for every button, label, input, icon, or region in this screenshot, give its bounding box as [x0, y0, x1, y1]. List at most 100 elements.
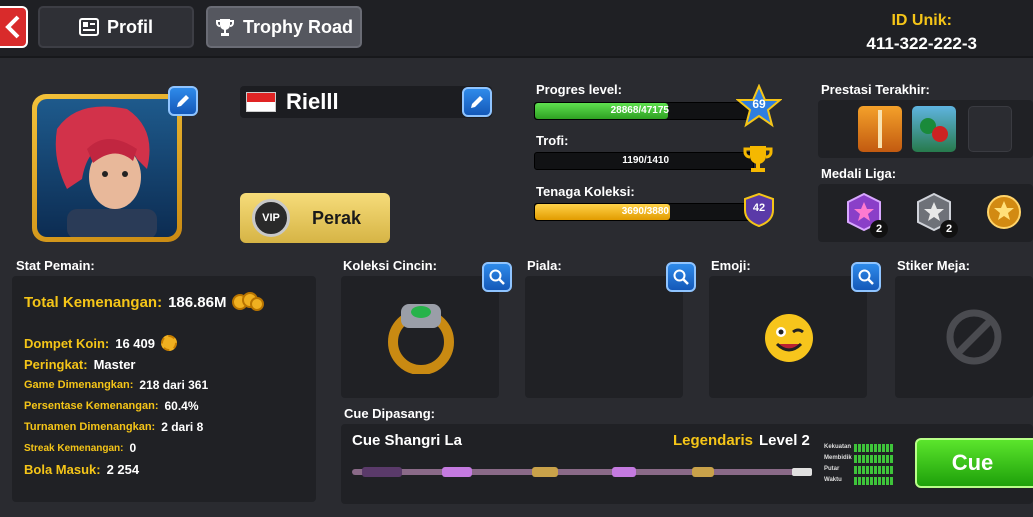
ring-collection-title: Koleksi Cincin: [343, 258, 437, 273]
wallet-value: 16 409 [115, 335, 155, 351]
vip-button[interactable]: VIP Perak [240, 193, 390, 243]
level-progress-text: 28868/47175 [610, 105, 669, 116]
gold-medal-icon[interactable] [984, 192, 1024, 232]
collection-power-label: Tenaga Koleksi: [536, 184, 635, 199]
cue-stat-power-bars [854, 444, 893, 452]
trophy-label: Trofi: [536, 133, 569, 148]
trophy-progress-bar: 1190/1410 [534, 152, 754, 170]
league-medals-label: Medali Liga: [821, 166, 897, 181]
recent-achievements-label: Prestasi Terakhir: [821, 82, 930, 97]
rank-value: Master [93, 357, 136, 372]
tab-profil[interactable]: Profil [38, 6, 194, 48]
emoji-box[interactable] [709, 276, 867, 398]
win-streak-row: Streak Kemenangan: 0 [24, 441, 136, 455]
win-streak-label: Streak Kemenangan: [24, 442, 124, 454]
games-won-label: Game Dimenangkan: [24, 379, 134, 391]
tab-profil-label: Profil [106, 16, 153, 37]
total-wins-row: Total Kemenangan: 186.86M [24, 292, 265, 312]
back-button[interactable] [0, 6, 28, 48]
player-name: Rielll [286, 89, 339, 114]
cue-stat-time-label: Waktu [824, 477, 842, 483]
emoji-search-button[interactable] [851, 262, 881, 292]
tournaments-won-row: Turnamen Dimenangkan: 2 dari 8 [24, 420, 203, 434]
level-progress-bar: 28868/47175 [534, 102, 754, 120]
balls-potted-row: Bola Masuk: 2 254 [24, 462, 139, 477]
cue-rarity: Legendaris [673, 432, 754, 449]
level-star-badge: 69 [735, 83, 783, 128]
indonesia-flag-icon [246, 92, 276, 112]
wallet-label: Dompet Koin: [24, 335, 110, 351]
collection-power-bar: 3690/3880 [534, 203, 754, 221]
trophy-icon [743, 146, 773, 172]
collection-power-text: 3690/3880 [621, 206, 669, 217]
rank-label: Peringkat: [24, 357, 88, 372]
cue-level: Level 2 [759, 432, 810, 449]
cue-stick-image [352, 467, 812, 477]
achievement-balls-icon[interactable] [912, 106, 956, 152]
avatar-portrait [37, 99, 177, 237]
unique-id: ID Unik: 411-322-222-3 [866, 12, 977, 54]
unique-id-label: ID Unik: [891, 12, 952, 29]
wallet-row: Dompet Koin: 16 409 [24, 335, 177, 351]
tab-trophy-road[interactable]: Trophy Road [206, 6, 362, 48]
ring-search-button[interactable] [482, 262, 512, 292]
purple-medal-icon[interactable]: 2 [844, 192, 888, 238]
games-won-row: Game Dimenangkan: 218 dari 361 [24, 378, 208, 392]
profile-card-icon [78, 18, 99, 36]
win-percentage-value: 60.4% [164, 399, 199, 413]
ring-icon [388, 304, 454, 374]
player-name-bar: Rielll [240, 86, 492, 118]
win-percentage-label: Persentase Kemenangan: [24, 400, 159, 412]
unique-id-value: 411-322-222-3 [866, 34, 977, 53]
cue-stat-time-bars [854, 477, 893, 485]
collection-level-number: 42 [752, 202, 766, 214]
edit-name-button[interactable] [462, 87, 492, 117]
cue-stat-aim-bars [854, 455, 893, 463]
win-streak-value: 0 [129, 441, 137, 455]
table-stickers-title: Stiker Meja: [897, 258, 970, 273]
trophy-icon [215, 19, 234, 36]
chevron-left-icon [5, 15, 20, 39]
emoji-title: Emoji: [711, 258, 751, 273]
table-stickers-box[interactable] [895, 276, 1033, 398]
balls-potted-label: Bola Masuk: [24, 462, 101, 477]
rank-row: Peringkat: Master [24, 357, 136, 372]
achievement-cue-icon[interactable] [858, 106, 902, 152]
edit-avatar-button[interactable] [168, 86, 198, 116]
medal-count: 2 [940, 220, 958, 238]
silver-medal-icon[interactable]: 2 [914, 192, 958, 238]
search-icon [858, 269, 874, 285]
balls-potted-value: 2 254 [106, 462, 140, 477]
games-won-value: 218 dari 361 [139, 378, 209, 392]
cue-stat-aim-label: Membidik [824, 455, 852, 461]
trophies-box[interactable] [525, 276, 683, 398]
vip-level-label: Perak [312, 207, 362, 228]
cue-button[interactable]: Cue [915, 438, 1033, 488]
tournaments-won-label: Turnamen Dimenangkan: [24, 421, 156, 433]
vip-badge-icon: VIP [252, 199, 290, 237]
win-percentage-row: Persentase Kemenangan: 60.4% [24, 399, 199, 413]
tab-trophy-road-label: Trophy Road [242, 16, 353, 37]
cue-stat-power-label: Kekuatan [824, 444, 852, 450]
tournaments-won-value: 2 dari 8 [161, 420, 204, 434]
trophies-search-button[interactable] [666, 262, 696, 292]
cue-button-label: Cue [951, 450, 994, 475]
trophies-title: Piala: [527, 258, 562, 273]
coin-icon [160, 335, 177, 351]
collection-shield-badge: 42 [744, 192, 774, 228]
pencil-icon [471, 96, 483, 108]
total-wins-label: Total Kemenangan: [24, 293, 163, 311]
prohibited-icon [946, 309, 1002, 365]
ring-collection-box[interactable] [341, 276, 499, 398]
avatar[interactable] [32, 94, 182, 242]
achievement-empty-slot [968, 106, 1012, 152]
trophy-progress-text: 1190/1410 [622, 155, 669, 166]
level-progress-label: Progres level: [536, 82, 622, 97]
total-wins-value: 186.86M [168, 293, 227, 311]
level-number: 69 [752, 97, 766, 111]
equipped-cue-title: Cue Dipasang: [344, 406, 436, 421]
cue-stat-spin-label: Putar [824, 466, 840, 472]
player-stats-title: Stat Pemain: [16, 258, 95, 273]
coin-stack-icon [232, 292, 265, 311]
search-icon [673, 269, 689, 285]
